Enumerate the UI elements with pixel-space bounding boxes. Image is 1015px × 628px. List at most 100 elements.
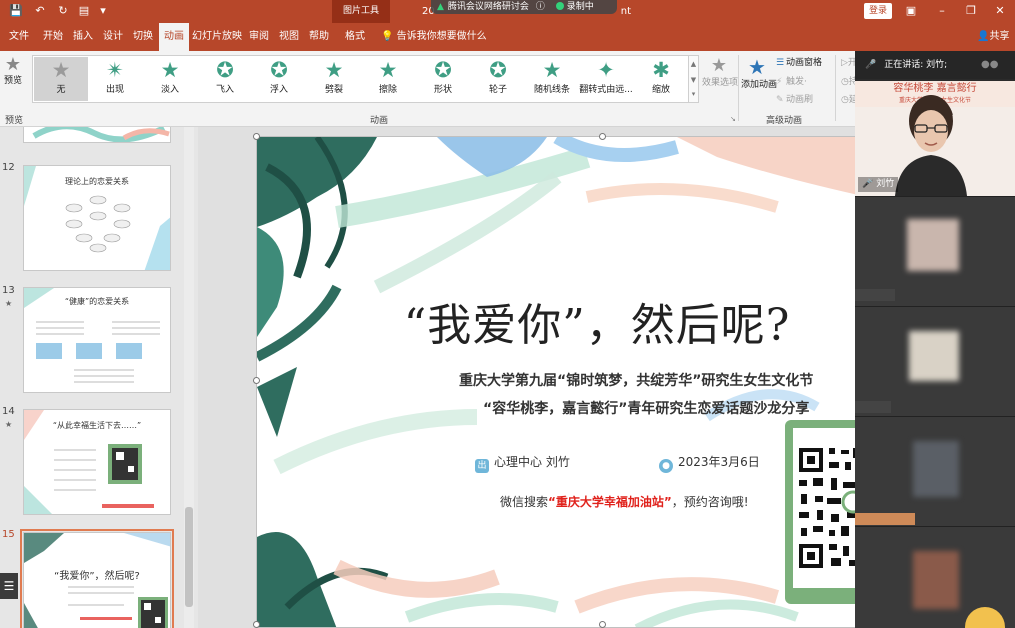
anim-grow-turn[interactable]: ✦ 翻转式由远... bbox=[579, 57, 633, 101]
slide-organizer[interactable]: 出心理中心 刘竹 bbox=[475, 453, 570, 473]
redo-icon[interactable]: ↻ bbox=[55, 3, 71, 19]
meeting-status-bar[interactable]: ▲ 腾讯会议网络研讨会 ⓘ 录制中 bbox=[431, 0, 617, 14]
animation-pane-button[interactable]: ☰ 动画窗格 bbox=[776, 56, 822, 70]
picture-tools-context: 图片工具 bbox=[332, 0, 390, 23]
trigger-icon: ⚡ bbox=[776, 77, 783, 87]
slide-subtitle-2[interactable]: “容华桃李，嘉言懿行”青年研究生恋爱话题沙龙分享 bbox=[483, 398, 809, 418]
slide-wechat-note[interactable]: 微信搜索“重庆大学幸福加油站”，预约咨询哦! bbox=[500, 493, 749, 510]
painter-icon: ✎ bbox=[776, 95, 784, 105]
slide-thumbnail-11[interactable] bbox=[23, 127, 171, 143]
star-none-icon: ★ bbox=[51, 58, 71, 82]
slide-thumbnail-14[interactable]: “从此幸福生活下去……” bbox=[23, 409, 171, 515]
current-slide[interactable]: “我爱你”，然后呢? 重庆大学第九届“锦时筑梦，共绽芳华”研究生女生文化节 “容… bbox=[256, 136, 855, 628]
anim-float-in[interactable]: ✪ 浮入 bbox=[252, 57, 306, 101]
effect-options-icon: ★ bbox=[710, 55, 728, 76]
selection-handle[interactable] bbox=[253, 377, 260, 384]
tab-format[interactable]: 格式 bbox=[340, 23, 370, 51]
anim-fly-in[interactable]: ✪ 飞入 bbox=[198, 57, 252, 101]
qr-code-pattern bbox=[799, 448, 855, 568]
slide-thumbnail-15[interactable]: “我爱你”，然后呢? bbox=[20, 529, 174, 628]
gallery-scroll[interactable]: ▲ ▼ ▾ bbox=[689, 55, 699, 103]
selection-handle[interactable] bbox=[599, 621, 606, 628]
thumbnail-scrollbar[interactable] bbox=[184, 127, 194, 628]
add-animation-button[interactable]: ★ 添加动画 bbox=[741, 55, 777, 91]
participant-tile[interactable] bbox=[855, 196, 1015, 306]
anim-shape[interactable]: ✪ 形状 bbox=[416, 57, 470, 101]
ribbon-display-icon[interactable]: ▣ bbox=[903, 3, 919, 19]
hidden-name bbox=[855, 289, 895, 301]
add-animation-icon: ★ bbox=[748, 55, 766, 79]
pixelated-avatar bbox=[909, 331, 959, 381]
thumb-title: “我爱你”，然后呢? bbox=[54, 571, 140, 582]
share-button[interactable]: 👤共享 bbox=[977, 23, 1009, 51]
animation-painter-button[interactable]: ✎ 动画刷 bbox=[776, 93, 813, 107]
tab-insert[interactable]: 插入 bbox=[68, 23, 98, 51]
meeting-video-panel: 🎤正在讲话: 刘竹; ●● 容华桃李 嘉言懿行重庆大学研究生女生文化节 🎤刘竹 bbox=[855, 51, 1015, 628]
slide-subtitle-1[interactable]: 重庆大学第九届“锦时筑梦，共绽芳华”研究生女生文化节 bbox=[459, 370, 813, 390]
close-icon[interactable]: ✕ bbox=[992, 3, 1008, 19]
thumb-title: “健康”的恋爱关系 bbox=[64, 297, 130, 306]
tab-file[interactable]: 文件 bbox=[4, 23, 34, 51]
tab-home[interactable]: 开始 bbox=[38, 23, 68, 51]
group-label-animations: 动画 bbox=[370, 116, 389, 126]
slideshow-start-icon[interactable]: ▤ bbox=[76, 3, 92, 19]
participant-tile[interactable] bbox=[855, 416, 1015, 526]
anim-appear[interactable]: ✴ 出现 bbox=[88, 57, 142, 101]
anim-none[interactable]: ★ 无 bbox=[34, 57, 88, 101]
selection-handle[interactable] bbox=[253, 621, 260, 628]
gallery-down-icon[interactable]: ▼ bbox=[689, 72, 698, 88]
animation-pane-icon: ☰ bbox=[776, 58, 785, 68]
save-icon[interactable]: 💾 bbox=[8, 3, 24, 19]
gallery-up-icon[interactable]: ▲ bbox=[689, 56, 698, 72]
restore-icon[interactable]: ❐ bbox=[963, 3, 979, 19]
slide-editing-canvas: “我爱你”，然后呢? 重庆大学第九届“锦时筑梦，共绽芳华”研究生女生文化节 “容… bbox=[198, 127, 855, 628]
thumb-number: 13 bbox=[2, 285, 15, 296]
animation-gallery: ★ 无 ✴ 出现 ★ 淡入 ✪ 飞入 ✪ 浮入 ★ 劈裂 ★ 擦除 ✪ 形状 ✪ 轮子 ★ 随机线条… bbox=[32, 55, 689, 103]
tab-animations[interactable]: 动画 bbox=[159, 23, 189, 51]
anim-split[interactable]: ★ 劈裂 bbox=[307, 57, 361, 101]
anim-zoom[interactable]: ✱ 缩放 bbox=[634, 57, 688, 101]
preview-button[interactable]: ★ 预览 bbox=[2, 55, 24, 87]
tab-view[interactable]: 视图 bbox=[274, 23, 304, 51]
slide-title[interactable]: “我爱你”，然后呢? bbox=[397, 289, 797, 353]
tab-design[interactable]: 设计 bbox=[98, 23, 128, 51]
qr-code-image[interactable] bbox=[785, 420, 855, 604]
slide-thumbnail-13[interactable]: “健康”的恋爱关系 bbox=[23, 287, 171, 393]
scrollbar-thumb[interactable] bbox=[185, 507, 193, 607]
info-icon[interactable]: ⓘ bbox=[536, 2, 545, 12]
participant-tile[interactable] bbox=[855, 526, 1015, 628]
selection-handle[interactable] bbox=[253, 133, 260, 140]
thumb-number: 14 bbox=[2, 406, 15, 417]
anim-wipe[interactable]: ★ 擦除 bbox=[361, 57, 415, 101]
effect-options-button[interactable]: ★ 效果选项 bbox=[702, 55, 738, 89]
customize-qat-icon[interactable]: ▾ bbox=[95, 3, 111, 19]
tell-me-search[interactable]: 💡 告诉我你想要做什么 bbox=[381, 23, 487, 51]
recording-icon bbox=[555, 2, 564, 10]
tab-review[interactable]: 审阅 bbox=[244, 23, 274, 51]
speaker-name-tag: 🎤 刘竹 bbox=[858, 177, 899, 192]
anim-wheel[interactable]: ✪ 轮子 bbox=[471, 57, 525, 101]
panel-options-icon[interactable]: ●● bbox=[981, 59, 998, 70]
thumb-title: “从此幸福生活下去……” bbox=[52, 421, 142, 430]
gallery-more-icon[interactable]: ▾ bbox=[689, 88, 698, 100]
minimize-icon[interactable]: – bbox=[934, 3, 950, 19]
selection-handle[interactable] bbox=[599, 133, 606, 140]
star-random-bars-icon: ★ bbox=[542, 58, 562, 82]
participant-tile[interactable] bbox=[855, 306, 1015, 416]
star-fade-icon: ★ bbox=[160, 58, 180, 82]
tab-transitions[interactable]: 切换 bbox=[128, 23, 158, 51]
status-badge bbox=[965, 607, 1005, 628]
trigger-button[interactable]: ⚡ 触发· bbox=[776, 75, 807, 89]
anim-fade[interactable]: ★ 淡入 bbox=[143, 57, 197, 101]
dialog-launcher-icon[interactable]: ↘ bbox=[730, 115, 736, 123]
tab-help[interactable]: 帮助 bbox=[304, 23, 334, 51]
slide-thumbnail-12[interactable]: 理论上的恋爱关系 bbox=[23, 165, 171, 271]
menu-icon[interactable]: ☰ bbox=[0, 573, 18, 599]
login-button[interactable]: 登录 bbox=[864, 3, 892, 19]
pixelated-avatar bbox=[913, 441, 959, 497]
slide-date[interactable]: ● 2023年3月6日 bbox=[659, 453, 760, 473]
tab-slideshow[interactable]: 幻灯片放映 bbox=[192, 23, 242, 51]
undo-icon[interactable]: ↶ bbox=[32, 3, 48, 19]
speaker-video-tile[interactable]: 容华桃李 嘉言懿行重庆大学研究生女生文化节 🎤刘竹 bbox=[855, 81, 1015, 196]
anim-random-bars[interactable]: ★ 随机线条 bbox=[525, 57, 579, 101]
